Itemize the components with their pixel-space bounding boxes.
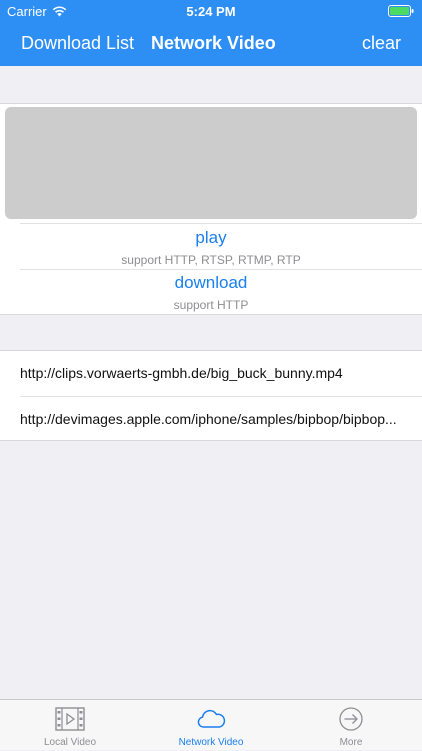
tab-bar: Local Video Network Video More (0, 699, 422, 750)
status-time: 5:24 PM (186, 4, 236, 19)
play-button[interactable]: play (0, 228, 422, 248)
cloud-icon (197, 709, 226, 728)
tab-more[interactable]: More (281, 700, 421, 751)
tab-local-video[interactable]: Local Video (0, 700, 140, 751)
divider (20, 223, 422, 224)
video-preview[interactable] (5, 107, 417, 219)
arrow-circle-icon (339, 707, 363, 731)
film-icon (55, 707, 85, 731)
url-list: http://clips.vorwaerts-gmbh.de/big_buck_… (0, 350, 422, 441)
download-support-text: support HTTP (173, 298, 249, 312)
navigation-bar: Download List Network Video clear (0, 22, 422, 66)
clear-button[interactable]: clear (362, 33, 401, 54)
tab-label: Network Video (178, 737, 244, 748)
play-support-text: support HTTP, RTSP, RTMP, RTP (121, 253, 301, 267)
url-list-item[interactable]: http://devimages.apple.com/iphone/sample… (20, 397, 402, 441)
page-title: Network Video (151, 33, 276, 53)
tab-label: Local Video (43, 737, 97, 748)
battery-icon (388, 5, 414, 17)
status-bar: Carrier 5:24 PM (0, 0, 422, 22)
download-button[interactable]: download (0, 273, 422, 293)
download-list-button[interactable]: Download List (21, 33, 134, 54)
divider (20, 269, 422, 270)
player-card: play support HTTP, RTSP, RTMP, RTP downl… (0, 103, 422, 315)
tab-label: More (339, 737, 363, 748)
url-list-item[interactable]: http://clips.vorwaerts-gmbh.de/big_buck_… (20, 351, 402, 395)
tab-network-video[interactable]: Network Video (141, 700, 281, 751)
